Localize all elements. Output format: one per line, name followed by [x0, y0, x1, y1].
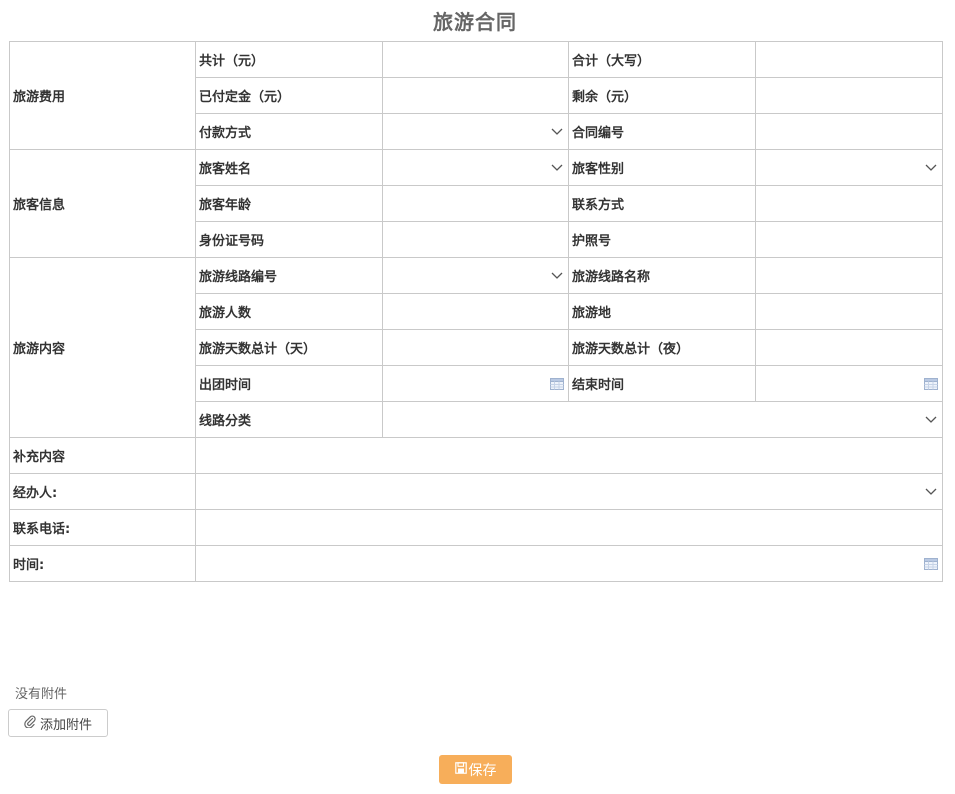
- total-yuan-input[interactable]: [382, 41, 569, 78]
- label-payment-method: 付款方式: [195, 113, 383, 150]
- section-label-fee: 旅游费用: [9, 41, 196, 150]
- contract-form-table: 旅游费用 共计（元） 合计（大写） 已付定金（元） 剩余（元） 付款方式 合同编…: [9, 41, 943, 582]
- route-code-select[interactable]: [382, 257, 569, 294]
- contact-input[interactable]: [755, 185, 943, 222]
- label-id-number: 身份证号码: [195, 221, 383, 258]
- label-nights-total: 旅游天数总计（夜）: [568, 329, 756, 366]
- calendar-icon[interactable]: [924, 557, 938, 570]
- label-total-yuan: 共计（元）: [195, 41, 383, 78]
- label-contact: 联系方式: [568, 185, 756, 222]
- add-attachment-button[interactable]: 添加附件: [8, 709, 108, 737]
- handler-select[interactable]: [195, 473, 943, 510]
- deposit-paid-input[interactable]: [382, 77, 569, 114]
- contract-no-input[interactable]: [755, 113, 943, 150]
- label-end-time: 结束时间: [568, 365, 756, 402]
- label-total-capital: 合计（大写）: [568, 41, 756, 78]
- section-label-content: 旅游内容: [9, 257, 196, 438]
- label-customer-age: 旅客年龄: [195, 185, 383, 222]
- chevron-down-icon[interactable]: [550, 269, 564, 283]
- label-customer-name: 旅客姓名: [195, 149, 383, 186]
- label-passport: 护照号: [568, 221, 756, 258]
- paperclip-icon: [24, 714, 36, 732]
- label-remaining: 剩余（元）: [568, 77, 756, 114]
- id-number-input[interactable]: [382, 221, 569, 258]
- calendar-icon[interactable]: [550, 377, 564, 390]
- label-phone: 联系电话:: [9, 509, 196, 546]
- label-route-name: 旅游线路名称: [568, 257, 756, 294]
- label-people-count: 旅游人数: [195, 293, 383, 330]
- label-handler: 经办人:: [9, 473, 196, 510]
- page-title: 旅游合同: [433, 10, 517, 34]
- chevron-down-icon[interactable]: [550, 125, 564, 139]
- label-deposit-paid: 已付定金（元）: [195, 77, 383, 114]
- section-label-supplement: 补充内容: [9, 437, 196, 474]
- customer-age-input[interactable]: [382, 185, 569, 222]
- destination-input[interactable]: [755, 293, 943, 330]
- save-button[interactable]: 保存: [439, 755, 512, 784]
- save-label: 保存: [468, 762, 497, 779]
- section-label-customer: 旅客信息: [9, 149, 196, 258]
- end-time-input[interactable]: [755, 365, 943, 402]
- label-route-category: 线路分类: [195, 401, 383, 438]
- chevron-down-icon[interactable]: [924, 485, 938, 499]
- chevron-down-icon[interactable]: [924, 161, 938, 175]
- remaining-input[interactable]: [755, 77, 943, 114]
- label-days-total: 旅游天数总计（天）: [195, 329, 383, 366]
- depart-time-input[interactable]: [382, 365, 569, 402]
- chevron-down-icon[interactable]: [924, 413, 938, 427]
- nights-total-input[interactable]: [755, 329, 943, 366]
- save-icon: [454, 761, 467, 778]
- supplement-textarea[interactable]: [195, 437, 943, 474]
- customer-gender-select[interactable]: [755, 149, 943, 186]
- days-total-input[interactable]: [382, 329, 569, 366]
- label-time: 时间:: [9, 545, 196, 582]
- customer-name-select[interactable]: [382, 149, 569, 186]
- label-contract-no: 合同编号: [568, 113, 756, 150]
- route-category-select[interactable]: [382, 401, 943, 438]
- phone-input[interactable]: [195, 509, 943, 546]
- total-capital-input[interactable]: [755, 41, 943, 78]
- label-destination: 旅游地: [568, 293, 756, 330]
- calendar-icon[interactable]: [924, 377, 938, 390]
- label-route-code: 旅游线路编号: [195, 257, 383, 294]
- chevron-down-icon[interactable]: [550, 161, 564, 175]
- label-depart-time: 出团时间: [195, 365, 383, 402]
- passport-input[interactable]: [755, 221, 943, 258]
- people-count-input[interactable]: [382, 293, 569, 330]
- no-attachment-text: 没有附件: [15, 687, 68, 702]
- add-attachment-label: 添加附件: [39, 717, 92, 733]
- label-customer-gender: 旅客性别: [568, 149, 756, 186]
- time-input[interactable]: [195, 545, 943, 582]
- payment-method-select[interactable]: [382, 113, 569, 150]
- route-name-input[interactable]: [755, 257, 943, 294]
